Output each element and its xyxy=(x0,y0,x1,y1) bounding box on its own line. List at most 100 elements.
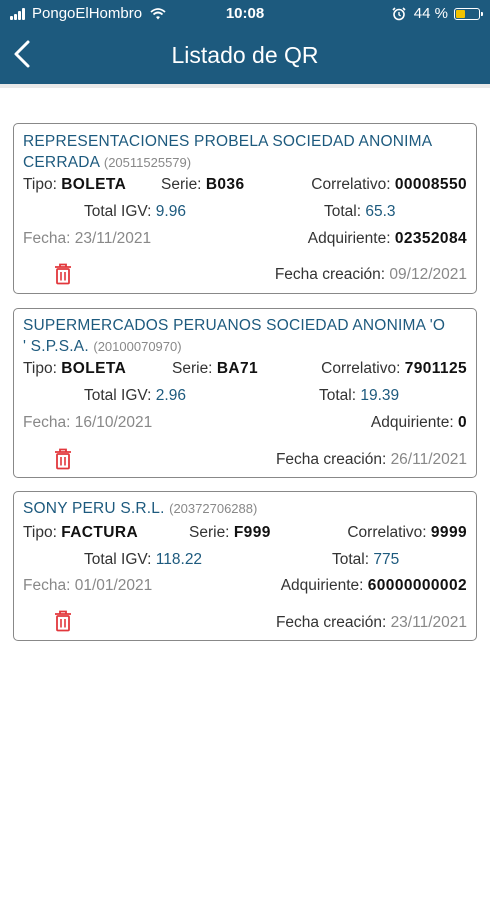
company-name-line2: ' S.P.S.A. xyxy=(23,338,89,355)
status-right: 44 % xyxy=(392,5,483,22)
creation-row: Fecha creación: 23/11/2021 xyxy=(14,614,476,636)
company-name-line1: SUPERMERCADOS PERUANOS SOCIEDAD ANONIMA … xyxy=(23,317,446,334)
adquiriente-value: 0 xyxy=(457,414,467,431)
adquiriente-label: Adquiriente: xyxy=(307,230,391,247)
tipo-field: Tipo: BOLETA xyxy=(23,176,126,194)
creation-row: Fecha creación: 26/11/2021 xyxy=(14,451,476,473)
correlativo-field: Correlativo: 00008550 xyxy=(311,176,467,194)
total-field: Total: 775 xyxy=(332,551,399,569)
total-value: 19.39 xyxy=(360,387,400,404)
fecha-creacion-label: Fecha creación: xyxy=(275,451,387,468)
adquiriente-field: Adquiriente: 0 xyxy=(371,414,467,432)
total-igv-value: 118.22 xyxy=(155,551,203,568)
fecha-value: 01/01/2021 xyxy=(74,577,153,594)
adquiriente-field: Adquiriente: 60000000002 xyxy=(281,577,467,595)
total-igv-label: Total IGV: xyxy=(84,387,152,404)
correlativo-label: Correlativo: xyxy=(321,360,401,377)
battery-icon xyxy=(454,7,483,20)
company-name: SUPERMERCADOS PERUANOS SOCIEDAD ANONIMA … xyxy=(23,315,467,357)
fecha-field: Fecha: 16/10/2021 xyxy=(23,414,152,432)
fecha-creacion-field: Fecha creación: 23/11/2021 xyxy=(276,614,467,632)
serie-field: Serie: F999 xyxy=(189,524,271,542)
fecha-creacion-value: 09/12/2021 xyxy=(389,266,467,283)
serie-field: Serie: B036 xyxy=(161,176,244,194)
doc-info-row: Tipo: FACTURA Serie: F999 Correlativo: 9… xyxy=(14,524,476,546)
fecha-creacion-value: 26/11/2021 xyxy=(390,451,467,468)
tipo-value: FACTURA xyxy=(61,524,139,541)
total-label: Total: xyxy=(319,387,357,404)
tipo-label: Tipo: xyxy=(23,176,57,193)
total-value: 775 xyxy=(373,551,400,568)
qr-card[interactable]: SONY PERU S.R.L. (20372706288) Tipo: FAC… xyxy=(13,491,477,641)
total-igv-value: 9.96 xyxy=(155,203,186,220)
company-name-line1: REPRESENTACIONES PROBELA SOCIEDAD ANONIM… xyxy=(23,133,433,150)
date-row: Fecha: 01/01/2021 Adquiriente: 600000000… xyxy=(14,577,476,599)
fecha-label: Fecha: xyxy=(23,414,71,431)
correlativo-value: 7901125 xyxy=(404,360,467,377)
adquiriente-field: Adquiriente: 02352084 xyxy=(308,230,467,248)
fecha-field: Fecha: 23/11/2021 xyxy=(23,230,151,248)
fecha-creacion-field: Fecha creación: 09/12/2021 xyxy=(275,266,467,284)
company-name-line2: CERRADA xyxy=(23,154,100,171)
tipo-field: Tipo: BOLETA xyxy=(23,360,126,378)
fecha-creacion-label: Fecha creación: xyxy=(274,266,386,283)
battery-level xyxy=(456,9,466,18)
battery-percent: 44 % xyxy=(413,5,448,22)
app-header: PongoElHombro 10:08 44 % Listado de QR xyxy=(0,0,490,84)
total-igv-value: 2.96 xyxy=(155,387,186,404)
total-label: Total: xyxy=(332,551,370,568)
tipo-label: Tipo: xyxy=(23,360,57,377)
company-ruc: (20100070970) xyxy=(93,339,182,354)
company-ruc: (20372706288) xyxy=(169,501,258,516)
tipo-value: BOLETA xyxy=(61,176,127,193)
fecha-field: Fecha: 01/01/2021 xyxy=(23,577,152,595)
company-name: SONY PERU S.R.L. (20372706288) xyxy=(23,498,467,519)
totals-row: Total IGV: 2.96 Total: 19.39 xyxy=(14,387,476,409)
fecha-label: Fecha: xyxy=(23,577,71,594)
correlativo-field: Correlativo: 9999 xyxy=(347,524,467,542)
fecha-label: Fecha: xyxy=(23,230,71,247)
correlativo-value: 9999 xyxy=(430,524,467,541)
qr-card[interactable]: REPRESENTACIONES PROBELA SOCIEDAD ANONIM… xyxy=(13,123,477,294)
company-ruc: (20511525579) xyxy=(103,155,192,170)
adquiriente-label: Adquiriente: xyxy=(280,577,364,594)
correlativo-label: Correlativo: xyxy=(347,524,427,541)
totals-row: Total IGV: 118.22 Total: 775 xyxy=(14,551,476,573)
doc-info-row: Tipo: BOLETA Serie: BA71 Correlativo: 79… xyxy=(14,360,476,382)
serie-field: Serie: BA71 xyxy=(172,360,258,378)
serie-value: B036 xyxy=(205,176,245,193)
total-igv-label: Total IGV: xyxy=(84,203,152,220)
creation-row: Fecha creación: 09/12/2021 xyxy=(14,266,476,288)
correlativo-field: Correlativo: 7901125 xyxy=(321,360,467,378)
fecha-value: 16/10/2021 xyxy=(74,414,153,431)
doc-info-row: Tipo: BOLETA Serie: B036 Correlativo: 00… xyxy=(14,176,476,198)
total-label: Total: xyxy=(324,203,362,220)
tipo-label: Tipo: xyxy=(23,524,57,541)
serie-label: Serie: xyxy=(189,524,230,541)
serie-value: BA71 xyxy=(216,360,259,377)
fecha-creacion-label: Fecha creación: xyxy=(275,614,387,631)
serie-value: F999 xyxy=(233,524,271,541)
totals-row: Total IGV: 9.96 Total: 65.3 xyxy=(14,203,476,225)
status-bar: PongoElHombro 10:08 44 % xyxy=(0,0,490,30)
tipo-field: Tipo: FACTURA xyxy=(23,524,138,542)
total-igv-field: Total IGV: 118.22 xyxy=(84,551,202,569)
header-divider xyxy=(0,84,490,88)
correlativo-value: 00008550 xyxy=(394,176,467,193)
adquiriente-label: Adquiriente: xyxy=(370,414,454,431)
fecha-creacion-value: 23/11/2021 xyxy=(390,614,467,631)
qr-card[interactable]: SUPERMERCADOS PERUANOS SOCIEDAD ANONIMA … xyxy=(13,308,477,478)
date-row: Fecha: 16/10/2021 Adquiriente: 0 xyxy=(14,414,476,436)
company-name-line1: SONY PERU S.R.L. xyxy=(23,500,165,517)
total-value: 65.3 xyxy=(365,203,396,220)
tipo-value: BOLETA xyxy=(61,360,127,377)
page-title: Listado de QR xyxy=(171,42,319,68)
total-field: Total: 19.39 xyxy=(319,387,399,405)
total-igv-field: Total IGV: 2.96 xyxy=(84,387,186,405)
correlativo-label: Correlativo: xyxy=(311,176,391,193)
fecha-creacion-field: Fecha creación: 26/11/2021 xyxy=(276,451,467,469)
date-row: Fecha: 23/11/2021 Adquiriente: 02352084 xyxy=(14,230,476,252)
adquiriente-value: 02352084 xyxy=(394,230,467,247)
serie-label: Serie: xyxy=(172,360,213,377)
total-igv-label: Total IGV: xyxy=(84,551,152,568)
